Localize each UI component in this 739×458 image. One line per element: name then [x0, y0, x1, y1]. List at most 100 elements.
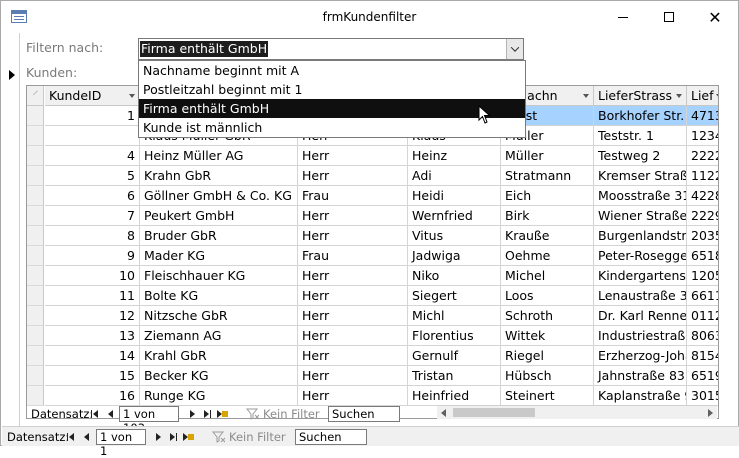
table-cell[interactable]: Herr — [298, 166, 408, 186]
table-cell[interactable]: 6 — [45, 186, 140, 206]
table-cell[interactable]: Ziemann AG — [140, 326, 298, 346]
sort-dropdown-icon[interactable] — [676, 94, 682, 98]
row-selector[interactable] — [27, 386, 44, 406]
table-cell[interactable]: 9 — [45, 246, 140, 266]
table-cell[interactable]: Vitus — [408, 226, 501, 246]
table-cell[interactable]: Siegert — [408, 286, 501, 306]
table-cell[interactable]: Herr — [298, 146, 408, 166]
table-cell[interactable]: Herr — [298, 226, 408, 246]
form-previous-record-button[interactable] — [82, 431, 92, 443]
table-cell[interactable]: Peter-Rosegge — [594, 246, 687, 266]
sort-dropdown-icon[interactable] — [129, 94, 135, 98]
table-cell[interactable]: Herr — [298, 206, 408, 226]
row-selector[interactable] — [27, 126, 44, 146]
table-cell[interactable]: Bruder GbR — [140, 226, 298, 246]
table-cell[interactable]: 14 — [45, 346, 140, 366]
scroll-right-icon[interactable] — [708, 409, 713, 417]
table-cell[interactable]: Hübsch — [501, 366, 594, 386]
row-selector[interactable] — [27, 146, 44, 166]
table-cell[interactable]: Borkhofer Str. — [594, 106, 687, 126]
table-cell[interactable]: Wiener Straße — [594, 206, 687, 226]
table-cell[interactable]: Frau — [298, 246, 408, 266]
table-cell[interactable]: Runge KG — [140, 386, 298, 406]
horizontal-scrollbar[interactable] — [437, 405, 717, 419]
table-cell[interactable]: 4 — [45, 146, 140, 166]
form-next-record-button[interactable] — [154, 431, 164, 443]
table-cell[interactable]: Niko — [408, 266, 501, 286]
table-cell[interactable]: Michl — [408, 306, 501, 326]
table-cell[interactable]: 1205 — [687, 266, 718, 286]
table-cell[interactable]: 2222 — [687, 146, 718, 166]
column-header-1[interactable]: KundeID — [45, 86, 140, 106]
first-record-button[interactable] — [91, 408, 101, 420]
row-selector[interactable] — [27, 206, 44, 226]
row-selector[interactable] — [27, 226, 44, 246]
filter-dropdown-button[interactable] — [506, 39, 523, 59]
column-header-6[interactable]: LieferStrass — [594, 86, 687, 106]
table-cell[interactable]: 2229 — [687, 206, 718, 226]
table-cell[interactable]: Teststr. 1 — [594, 126, 687, 146]
dropdown-option-nachname[interactable]: Nachname beginnt mit A — [139, 61, 525, 80]
row-selector[interactable] — [27, 266, 44, 286]
filter-combobox[interactable]: Firma enthält GmbH — [138, 38, 524, 60]
table-cell[interactable]: 8154 — [687, 346, 718, 366]
table-cell[interactable]: Krahn GbR — [140, 166, 298, 186]
form-last-record-button[interactable] — [169, 431, 179, 443]
table-cell[interactable]: Riegel — [501, 346, 594, 366]
column-header-7[interactable]: Lief — [687, 86, 718, 106]
previous-record-button[interactable] — [106, 408, 116, 420]
table-cell[interactable]: Moosstraße 31 — [594, 186, 687, 206]
row-selector[interactable] — [27, 106, 44, 126]
scroll-left-icon[interactable] — [441, 409, 446, 417]
table-cell[interactable]: Herr — [298, 266, 408, 286]
row-selector[interactable] — [27, 306, 44, 326]
new-record-button[interactable] — [217, 408, 228, 420]
dropdown-option-postleitzahl[interactable]: Postleitzahl beginnt mit 1 — [139, 80, 525, 99]
table-cell[interactable]: 6519 — [687, 366, 718, 386]
row-selector[interactable] — [27, 366, 44, 386]
sort-dropdown-icon[interactable] — [716, 94, 718, 98]
table-cell[interactable]: Jahnstraße 83 — [594, 366, 687, 386]
table-cell[interactable]: Müller — [501, 146, 594, 166]
table-cell[interactable]: Erzherzog-Joha — [594, 346, 687, 366]
row-selector[interactable] — [27, 166, 44, 186]
subform-record-position[interactable]: 1 von 103 — [119, 406, 179, 435]
form-no-filter-button[interactable]: Kein Filter — [229, 430, 286, 444]
form-first-record-button[interactable] — [67, 431, 77, 443]
dropdown-option-firma[interactable]: Firma enthält GmbH — [139, 99, 525, 118]
table-cell[interactable]: 13 — [45, 326, 140, 346]
table-cell[interactable]: Oehme — [501, 246, 594, 266]
table-cell[interactable]: Herr — [298, 366, 408, 386]
minimize-button[interactable] — [600, 1, 646, 33]
subform-search-input[interactable]: Suchen — [328, 406, 400, 422]
table-cell[interactable]: 10 — [45, 266, 140, 286]
table-cell[interactable]: Bolte KG — [140, 286, 298, 306]
table-cell[interactable]: Heidi — [408, 186, 501, 206]
table-cell[interactable]: Michel — [501, 266, 594, 286]
table-cell[interactable]: Burgenlandstr — [594, 226, 687, 246]
table-cell[interactable]: Fleischhauer KG — [140, 266, 298, 286]
table-cell[interactable]: Heinfried — [408, 386, 501, 406]
table-cell[interactable]: 1 — [45, 106, 140, 126]
table-cell[interactable]: 6518 — [687, 246, 718, 266]
table-cell[interactable]: Wernfried — [408, 206, 501, 226]
table-cell[interactable]: Florentius — [408, 326, 501, 346]
table-cell[interactable]: Birk — [501, 206, 594, 226]
table-cell[interactable]: 7 — [45, 206, 140, 226]
table-cell[interactable]: Jadwiga — [408, 246, 501, 266]
form-record-position[interactable]: 1 von 1 — [96, 429, 146, 458]
form-new-record-button[interactable] — [183, 431, 194, 443]
table-cell[interactable]: Adi — [408, 166, 501, 186]
table-cell[interactable]: 8063 — [687, 326, 718, 346]
table-cell[interactable]: Lenaustraße 37 — [594, 286, 687, 306]
table-cell[interactable]: Heinz — [408, 146, 501, 166]
table-cell[interactable]: 4713 — [687, 106, 718, 126]
row-selector[interactable] — [27, 246, 44, 266]
table-cell[interactable]: Dr. Karl Renne — [594, 306, 687, 326]
table-cell[interactable]: Kraußе — [501, 226, 594, 246]
table-cell[interactable]: 2035 — [687, 226, 718, 246]
table-cell[interactable]: Mader KG — [140, 246, 298, 266]
next-record-button[interactable] — [188, 408, 198, 420]
table-cell[interactable]: Kindergartenst — [594, 266, 687, 286]
table-cell[interactable]: Krahl GbR — [140, 346, 298, 366]
